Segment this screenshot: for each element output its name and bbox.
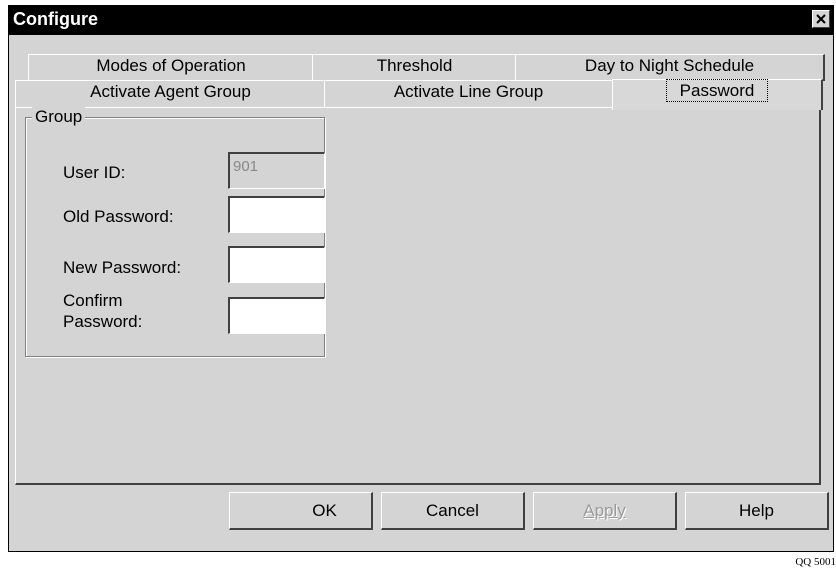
new-password-field[interactable] — [228, 246, 325, 283]
window-title: Configure — [13, 9, 98, 29]
tab-label: Activate Agent Group — [90, 82, 251, 101]
tab-threshold[interactable]: Threshold — [312, 54, 518, 81]
tab-label: Day to Night Schedule — [584, 56, 755, 75]
help-button-label: Help — [739, 500, 774, 520]
new-password-label: New Password: — [63, 258, 182, 277]
apply-button[interactable]: Apply — [533, 492, 677, 530]
confirm-password-label-line2: Password: — [63, 312, 143, 331]
tab-label: Threshold — [376, 56, 453, 75]
old-password-field[interactable] — [228, 196, 325, 233]
title-bar[interactable]: Configure — [9, 6, 833, 35]
user-id-label: User ID: — [63, 163, 126, 182]
group-box-label: Group — [32, 107, 86, 127]
ok-button[interactable]: OK — [229, 492, 373, 530]
confirm-password-field[interactable] — [228, 297, 325, 334]
ok-button-label: OK — [312, 500, 337, 520]
confirm-password-label-line1: Confirm — [63, 291, 123, 310]
tab-day-to-night-schedule[interactable]: Day to Night Schedule — [515, 54, 825, 81]
tab-modes-of-operation[interactable]: Modes of Operation — [28, 54, 315, 81]
cancel-button-label: Cancel — [426, 500, 479, 520]
tab-password[interactable]: Password — [612, 79, 823, 110]
apply-button-label: Apply — [583, 500, 626, 520]
tab-label: Password — [665, 79, 769, 102]
tab-label: Activate Line Group — [393, 82, 544, 101]
tab-activate-line-group[interactable]: Activate Line Group — [324, 80, 614, 109]
tab-label: Modes of Operation — [96, 56, 246, 75]
help-button[interactable]: Help — [685, 492, 829, 530]
close-button[interactable] — [812, 10, 830, 28]
tab-activate-agent-group[interactable]: Activate Agent Group — [15, 80, 327, 109]
user-id-field: 901 — [228, 152, 325, 189]
cancel-button[interactable]: Cancel — [381, 492, 525, 530]
close-icon — [816, 14, 826, 24]
old-password-label: Old Password: — [63, 207, 174, 226]
figure-id-label: QQ 5001 — [795, 556, 836, 568]
